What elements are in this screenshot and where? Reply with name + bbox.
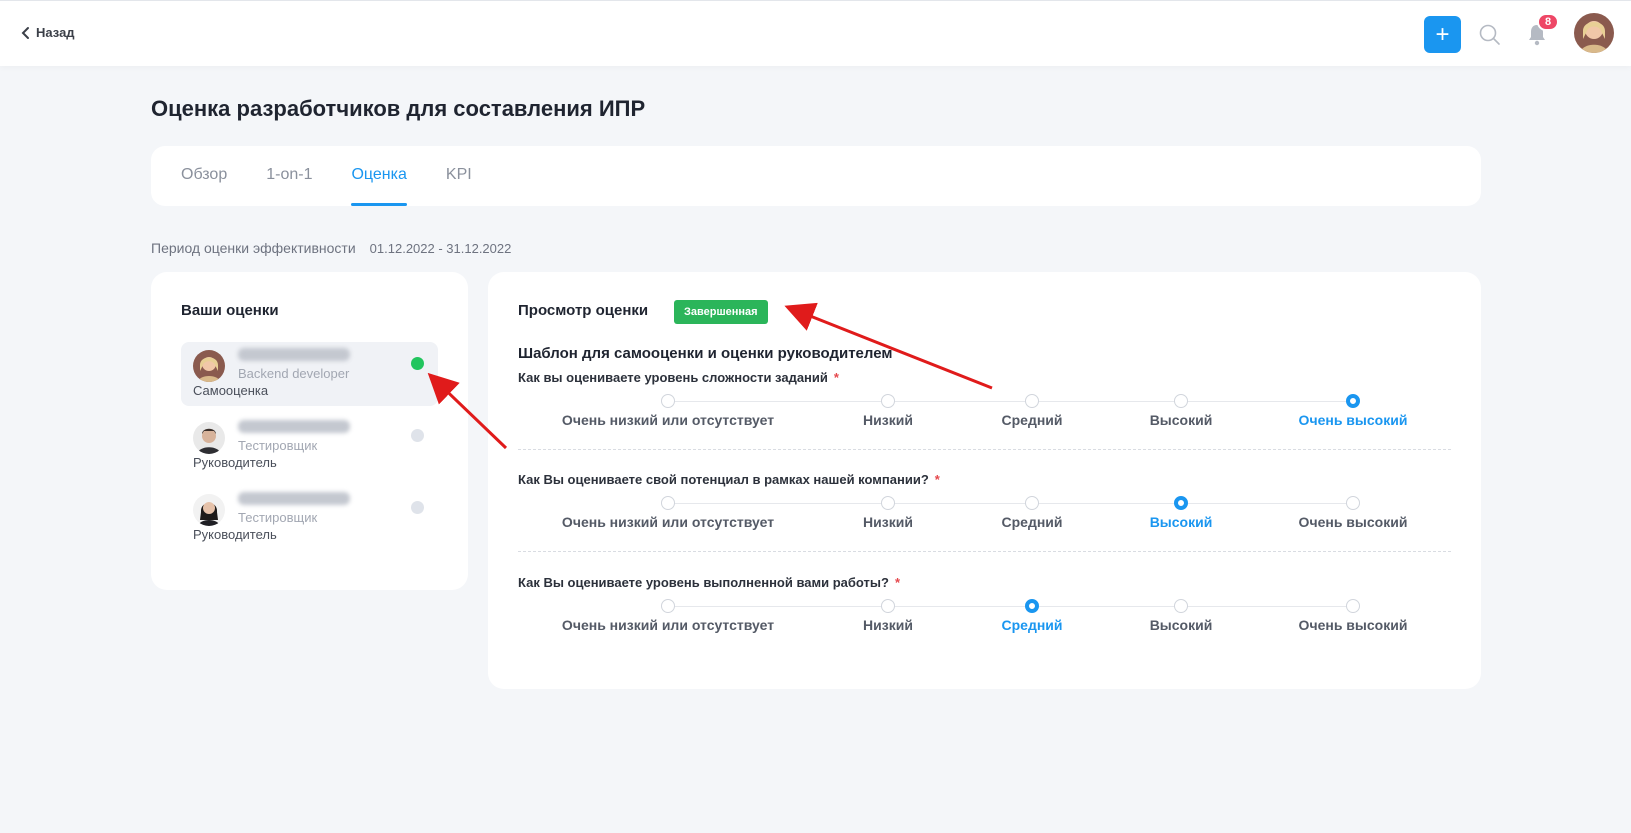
view-title: Просмотр оценки — [518, 302, 649, 319]
radio-button[interactable] — [881, 599, 895, 613]
radio-button-selected[interactable] — [1025, 599, 1039, 613]
person-role: Тестировщик — [238, 510, 318, 525]
tab-one-on-one[interactable]: 1-on-1 — [266, 146, 312, 206]
notification-badge: 8 — [1537, 13, 1559, 31]
page-title: Оценка разработчиков для составления ИПР — [151, 96, 646, 121]
person-name-blurred — [238, 420, 350, 433]
radio-button[interactable] — [1174, 394, 1188, 408]
status-dot — [411, 357, 424, 370]
divider — [518, 551, 1451, 552]
radio-button-selected[interactable] — [1346, 394, 1360, 408]
scale-line — [668, 503, 1353, 504]
avatar — [193, 494, 225, 526]
user-avatar[interactable] — [1574, 13, 1614, 53]
evaluation-view-card: Просмотр оценки Завершенная Шаблон для с… — [488, 272, 1481, 689]
question-text: Как Вы оцениваете свой потенциал в рамка… — [518, 472, 940, 487]
radio-button-selected[interactable] — [1174, 496, 1188, 510]
radio-button[interactable] — [661, 496, 675, 510]
option-label: Средний — [1001, 514, 1063, 530]
evaluation-type: Руководитель — [193, 527, 277, 542]
evaluation-item-manager-1[interactable]: Тестировщик Руководитель — [181, 414, 438, 478]
option-label: Низкий — [863, 412, 913, 428]
period-label: Период оценки эффективности — [151, 240, 356, 256]
scale-line — [668, 401, 1353, 402]
chevron-left-icon — [21, 26, 29, 39]
option-label: Низкий — [863, 617, 913, 633]
period-info: Период оценки эффективности 01.12.2022 -… — [151, 240, 511, 256]
tab-kpi[interactable]: KPI — [446, 146, 472, 206]
question-3: Как Вы оцениваете уровень выполненной ва… — [518, 575, 1451, 679]
person-role: Backend developer — [238, 366, 350, 381]
option-label: Высокий — [1149, 617, 1213, 633]
template-title: Шаблон для самооценки и оценки руководит… — [518, 345, 893, 362]
option-label: Очень высокий — [1298, 514, 1408, 530]
option-label: Очень низкий или отсутствует — [561, 412, 775, 428]
search-icon[interactable] — [1478, 23, 1502, 47]
required-marker: * — [833, 370, 839, 385]
evaluation-item-manager-2[interactable]: Тестировщик Руководитель — [181, 486, 438, 550]
person-name-blurred — [238, 492, 350, 505]
option-label: Средний — [1001, 412, 1063, 428]
option-label: Средний — [1001, 617, 1063, 633]
radio-button[interactable] — [661, 599, 675, 613]
person-name-blurred — [238, 348, 350, 361]
period-value: 01.12.2022 - 31.12.2022 — [369, 241, 512, 256]
avatar — [193, 422, 225, 454]
tab-bar: Обзор 1-on-1 Оценка KPI — [151, 146, 1481, 206]
tab-evaluation[interactable]: Оценка — [351, 146, 408, 206]
radio-button[interactable] — [661, 394, 675, 408]
evaluations-card: Ваши оценки Backend developer Самооценка… — [151, 272, 468, 590]
required-marker: * — [934, 472, 940, 487]
radio-button[interactable] — [1025, 496, 1039, 510]
evaluations-title: Ваши оценки — [181, 302, 279, 319]
status-dot — [411, 501, 424, 514]
back-label: Назад — [36, 25, 75, 40]
option-label: Низкий — [863, 514, 913, 530]
required-marker: * — [894, 575, 901, 590]
person-role: Тестировщик — [238, 438, 318, 453]
radio-button[interactable] — [1346, 599, 1360, 613]
option-label: Очень высокий — [1298, 412, 1408, 428]
question-1: Как вы оцениваете уровень сложности зада… — [518, 370, 1451, 474]
radio-button[interactable] — [1346, 496, 1360, 510]
question-text: Как Вы оцениваете уровень выполненной ва… — [518, 575, 901, 590]
status-dot — [411, 429, 424, 442]
avatar — [193, 350, 225, 382]
question-text: Как вы оцениваете уровень сложности зада… — [518, 370, 839, 385]
question-2: Как Вы оцениваете свой потенциал в рамка… — [518, 472, 1451, 576]
evaluation-item-self[interactable]: Backend developer Самооценка — [181, 342, 438, 406]
tab-overview[interactable]: Обзор — [181, 146, 227, 206]
scale-line — [668, 606, 1353, 607]
top-bar: Назад + 8 — [0, 0, 1631, 66]
evaluation-type: Самооценка — [193, 383, 269, 398]
option-label: Высокий — [1149, 412, 1213, 428]
option-label: Очень низкий или отсутствует — [561, 617, 775, 633]
radio-button[interactable] — [881, 496, 895, 510]
option-label: Высокий — [1149, 514, 1213, 530]
back-button[interactable]: Назад — [20, 25, 75, 40]
add-button[interactable]: + — [1424, 16, 1461, 53]
radio-button[interactable] — [881, 394, 895, 408]
radio-button[interactable] — [1174, 599, 1188, 613]
option-label: Очень высокий — [1298, 617, 1408, 633]
option-label: Очень низкий или отсутствует — [561, 514, 775, 530]
radio-button[interactable] — [1025, 394, 1039, 408]
evaluation-type: Руководитель — [193, 455, 277, 470]
status-badge: Завершенная — [674, 300, 768, 324]
divider — [518, 449, 1451, 450]
